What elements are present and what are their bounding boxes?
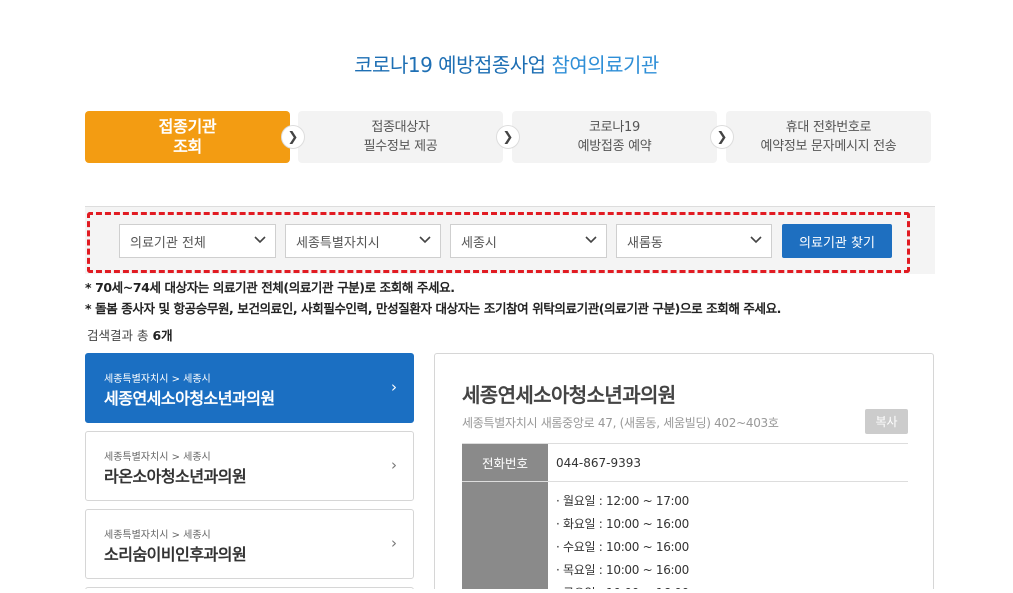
list-item-name: 라온소아청소년과의원 [104,467,247,486]
chevron-right-icon: › [391,534,397,552]
step-3[interactable]: 코로나19 예방접종 예약 [512,111,717,163]
detail-address: 세종특별자치시 새롬중앙로 47, (새롬동, 세움빌딩) 402~403호 [462,416,779,430]
step-4-line2: 예약정보 문자메시지 전송 [760,139,897,154]
chevron-down-icon [750,236,762,244]
list-item[interactable]: 세종특별자치시 > 세종시 라온소아청소년과의원 › [85,431,414,501]
hours-item: · 수요일 : 10:00 ~ 16:00 [556,540,689,554]
province-select-value: 세종특별자치시 [296,235,380,251]
detail-clinic-name: 세종연세소아청소년과의원 [462,383,676,407]
page-title: 코로나19 예방접종사업 참여의료기관 [0,49,1013,78]
result-count: 검색결과 총 6개 [87,325,173,344]
step-2-line1: 접종대상자 [371,120,430,135]
chevron-down-icon [254,236,266,244]
city-select-value: 세종시 [461,235,497,251]
step-2[interactable]: 접종대상자필수정보 제공 [298,111,503,163]
notice-line: * 돌봄 종사자 및 항공승무원, 보건의료인, 사회필수인력, 만성질환자 대… [85,301,782,316]
list-item-name: 소리숨이비인후과의원 [104,545,247,564]
city-select[interactable]: 세종시 [450,224,607,258]
step-1-line1: 접종기관 [158,117,217,136]
bottom-edge [0,589,1013,593]
chevron-right-icon: ❯ [496,125,520,149]
step-1[interactable]: 접종기관 조회 [85,111,290,163]
chevron-down-icon [419,236,431,244]
chevron-right-icon: › [391,456,397,474]
hours-item: · 화요일 : 10:00 ~ 16:00 [556,517,689,531]
step-3-line1: 코로나19 [589,120,640,135]
clinic-detail-panel: 세종연세소아청소년과의원 세종특별자치시 새롬중앙로 47, (새롬동, 세움빌… [434,353,934,593]
list-item-crumb: 세종특별자치시 > 세종시 [104,452,211,463]
type-select-value: 의료기관 전체 [130,235,206,251]
result-count-prefix: 검색결과 총 [87,328,153,343]
step-4-line1: 휴대 전화번호로 [785,120,872,135]
hours-item: · 월요일 : 12:00 ~ 17:00 [556,494,689,508]
hours-item: · 목요일 : 10:00 ~ 16:00 [556,563,689,577]
phone-value: 044-867-9393 [556,455,642,470]
hours-list: · 월요일 : 12:00 ~ 17:00 · 화요일 : 10:00 ~ 16… [548,482,908,593]
list-item[interactable]: 세종특별자치시 > 세종시 소리숨이비인후과의원 › [85,509,414,579]
copy-address-button[interactable]: 복사 [865,409,908,434]
list-item-name: 세종연세소아청소년과의원 [104,389,275,408]
list-item-crumb: 세종특별자치시 > 세종시 [104,374,211,385]
chevron-right-icon: ❯ [710,125,734,149]
hours-row: · 월요일 : 12:00 ~ 17:00 · 화요일 : 10:00 ~ 16… [462,482,908,593]
dong-select-value: 새롬동 [627,235,663,251]
type-select[interactable]: 의료기관 전체 [119,224,276,258]
step-2-line2: 필수정보 제공 [363,139,438,154]
dong-select[interactable]: 새롬동 [616,224,772,258]
find-clinic-button[interactable]: 의료기관 찾기 [782,224,892,258]
chevron-right-icon: › [391,378,397,396]
phone-row: 전화번호 044-867-9393 [462,444,908,482]
notice-line: * 70세~74세 대상자는 의료기관 전체(의료기관 구분)로 조회해 주세요… [85,280,455,295]
page-title-accent: 참여의료기관 [551,53,659,77]
step-3-line2: 예방접종 예약 [577,139,652,154]
step-1-line2: 조회 [173,137,202,156]
info-table: 전화번호 044-867-9393 · 월요일 : 12:00 ~ 17:00 … [462,443,908,593]
chevron-down-icon [585,236,597,244]
list-item-crumb: 세종특별자치시 > 세종시 [104,530,211,541]
result-count-value: 6개 [152,328,173,343]
phone-label: 전화번호 [462,444,548,481]
hours-header [462,482,548,593]
step-4[interactable]: 휴대 전화번호로예약정보 문자메시지 전송 [726,111,931,163]
page-title-main: 코로나19 예방접종사업 [354,53,546,77]
province-select[interactable]: 세종특별자치시 [285,224,441,258]
chevron-right-icon: ❯ [281,125,305,149]
list-item[interactable]: 세종특별자치시 > 세종시 세종연세소아청소년과의원 › [85,353,414,423]
